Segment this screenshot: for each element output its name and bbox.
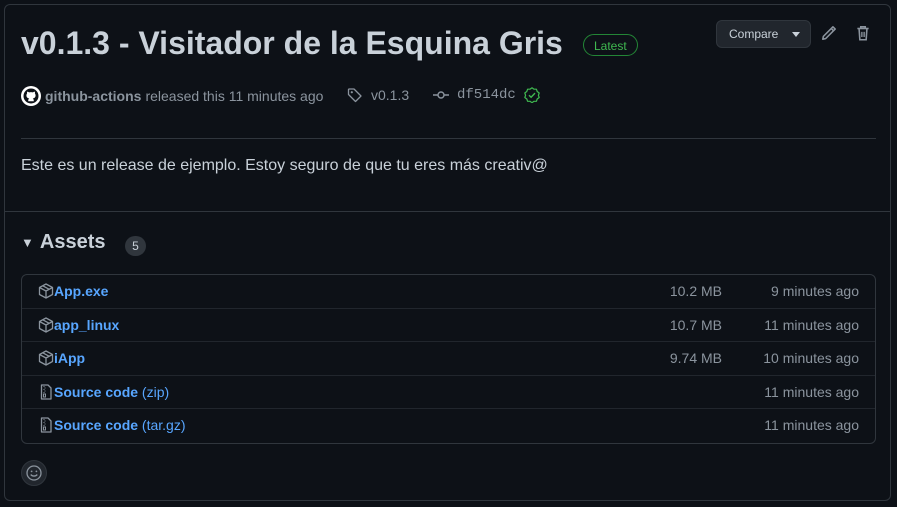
file-zip-icon (40, 417, 52, 434)
commit-link[interactable]: df514dc (433, 87, 540, 103)
tag-link[interactable]: v0.1.3 (347, 87, 409, 103)
asset-row: Source code (tar.gz) 11 minutes ago (22, 409, 875, 443)
asset-row: App.exe 10.2 MB 9 minutes ago (22, 275, 875, 309)
pencil-icon[interactable] (820, 24, 838, 42)
tag-name: v0.1.3 (371, 87, 410, 103)
asset-link[interactable]: Source code (zip) (54, 384, 169, 400)
asset-size: 10.2 MB (669, 283, 722, 299)
asset-time: 10 minutes ago (763, 350, 859, 367)
asset-row: iApp 9.74 MB 10 minutes ago (22, 342, 875, 376)
compare-button[interactable]: Compare (716, 20, 811, 48)
caret-down-icon: ▼ (21, 235, 34, 250)
tag-icon (347, 88, 362, 103)
github-logo-icon (23, 88, 39, 104)
asset-link[interactable]: iApp (54, 350, 85, 366)
asset-time: 11 minutes ago (764, 417, 859, 434)
package-icon (38, 283, 54, 299)
release-card: v0.1.3 - Visitador de la Esquina Gris La… (4, 4, 891, 501)
assets-toggle[interactable]: ▼ Assets (21, 231, 105, 254)
package-icon (38, 350, 54, 366)
chevron-down-icon (792, 32, 800, 37)
assets-count-badge: 5 (125, 236, 146, 256)
compare-label: Compare (729, 27, 779, 41)
divider (21, 138, 876, 139)
asset-size: 9.74 MB (669, 350, 722, 367)
asset-time: 9 minutes ago (771, 283, 859, 299)
add-reaction-button[interactable] (21, 460, 47, 486)
asset-row: Source code (zip) 11 minutes ago (22, 376, 875, 410)
asset-time: 11 minutes ago (764, 383, 859, 400)
file-zip-icon (40, 384, 52, 400)
author-link[interactable]: github-actions (45, 88, 141, 104)
asset-row: app_linux 10.7 MB 11 minutes ago (22, 309, 875, 343)
asset-size: 10.7 MB (669, 316, 722, 333)
asset-time: 11 minutes ago (764, 316, 859, 333)
asset-link[interactable]: app_linux (54, 317, 119, 333)
release-notes: Este es un release de ejemplo. Estoy seg… (21, 157, 548, 174)
avatar[interactable] (21, 86, 41, 106)
divider (5, 211, 890, 212)
package-icon (38, 316, 54, 333)
latest-badge: Latest (583, 34, 638, 56)
commit-sha: df514dc (457, 87, 516, 103)
trash-icon[interactable] (854, 24, 872, 42)
verified-check-icon[interactable] (524, 87, 540, 103)
commit-icon (433, 91, 449, 99)
release-meta: github-actions released this 11 minutes … (21, 85, 323, 107)
asset-link[interactable]: App.exe (54, 283, 108, 299)
smiley-icon (26, 465, 42, 481)
released-text: released this 11 minutes ago (145, 88, 324, 104)
release-title[interactable]: v0.1.3 - Visitador de la Esquina Gris (21, 25, 563, 62)
assets-heading: Assets (39, 231, 106, 253)
asset-link[interactable]: Source code (tar.gz) (54, 417, 186, 433)
assets-list: App.exe 10.2 MB 9 minutes ago app_linux … (21, 274, 876, 444)
